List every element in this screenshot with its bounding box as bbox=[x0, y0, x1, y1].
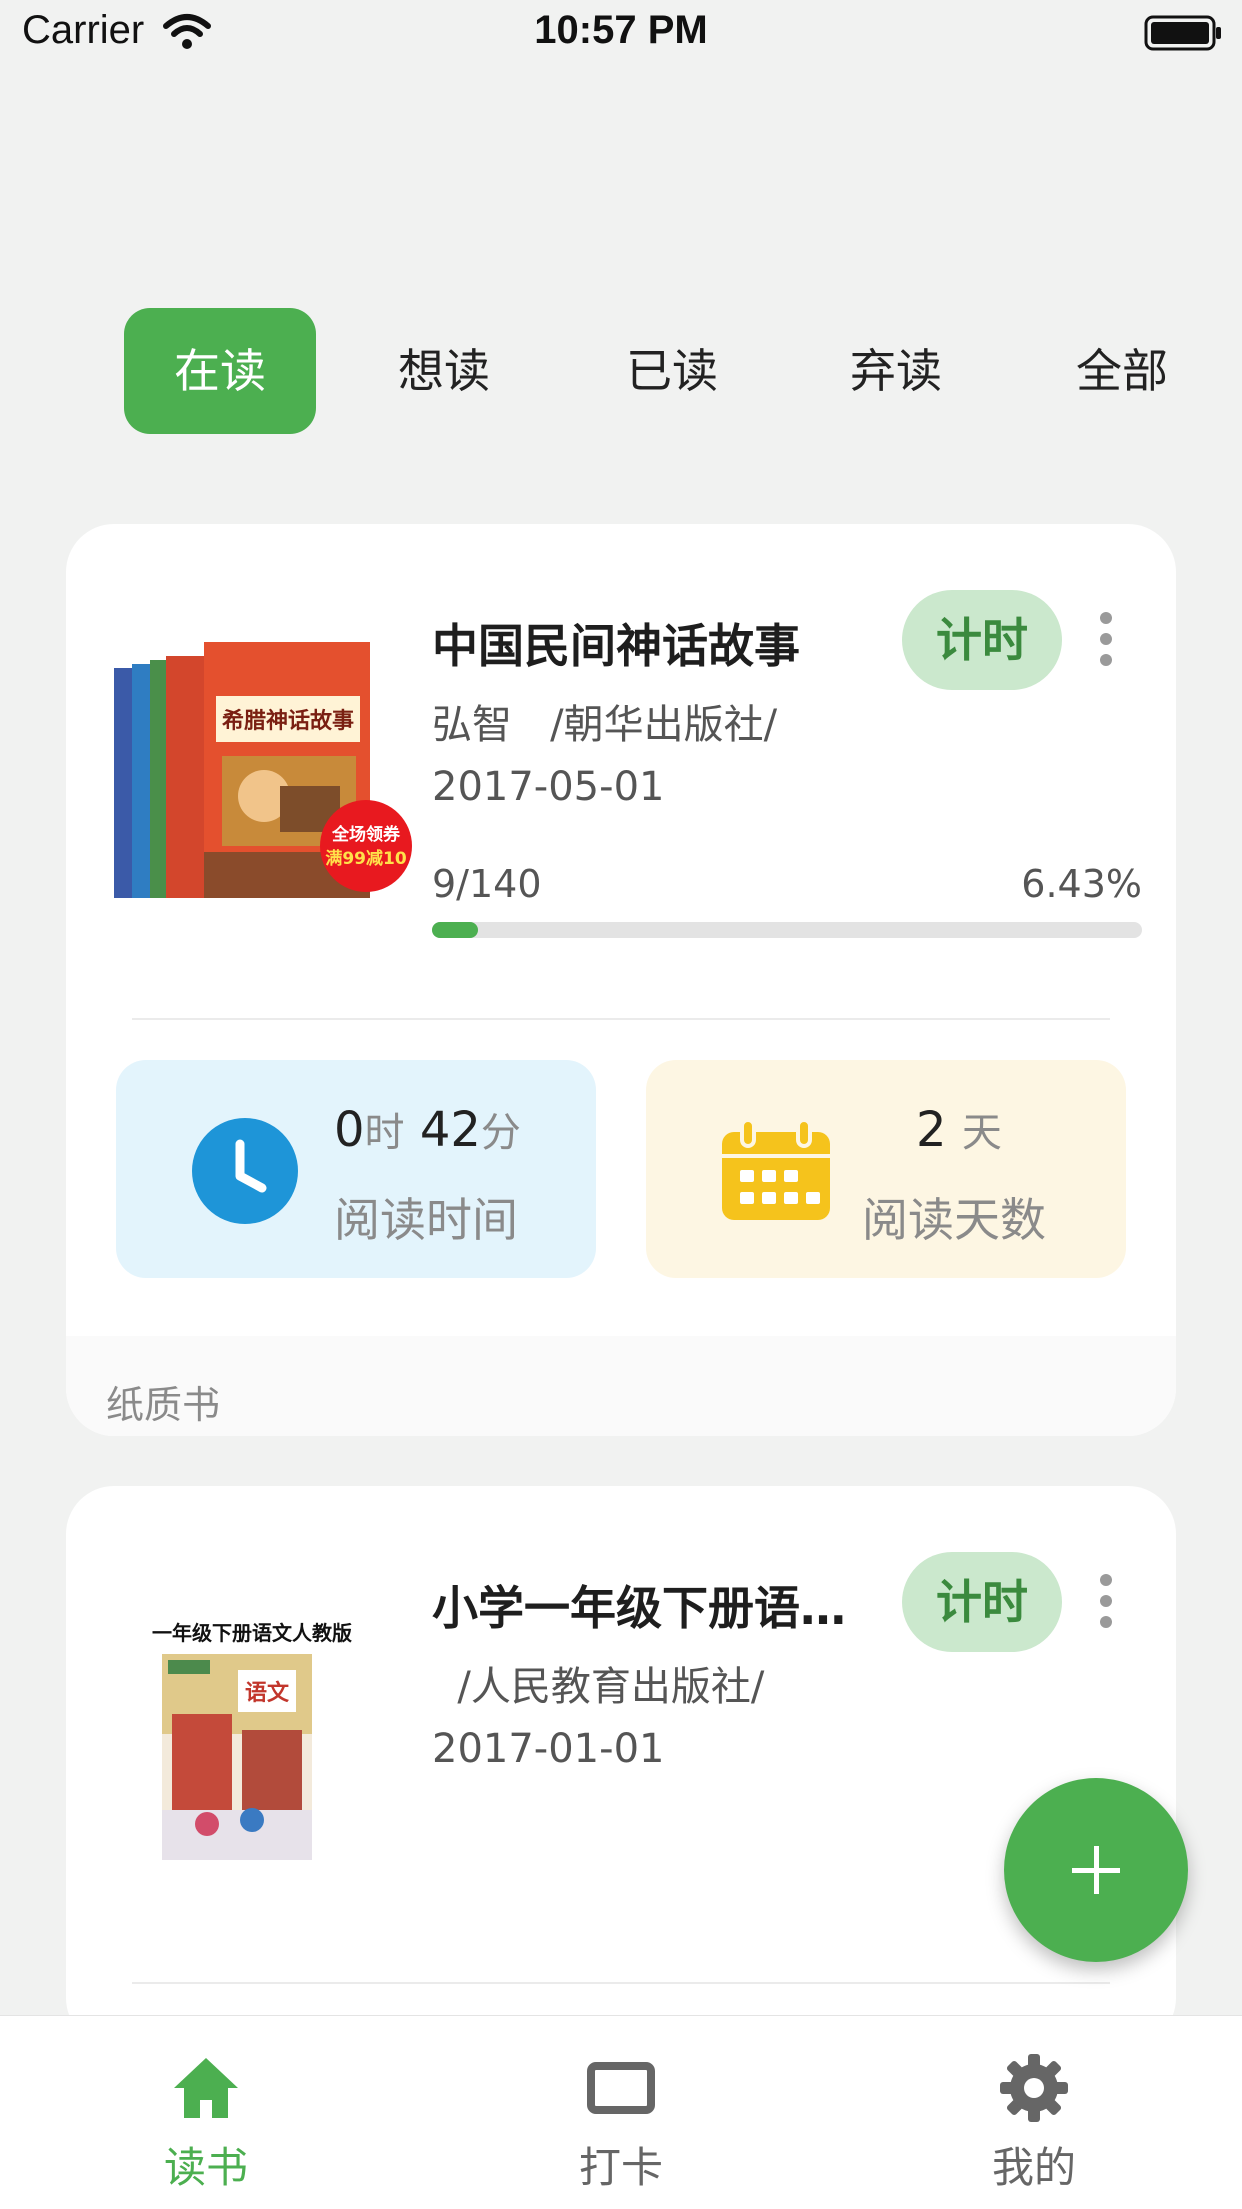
timer-button[interactable]: 计时 bbox=[902, 590, 1062, 690]
reading-days-number: 2 bbox=[916, 1102, 947, 1158]
hours-unit: 时 bbox=[364, 1110, 405, 1156]
book-type-label: 纸质书 bbox=[106, 1383, 221, 1427]
nav-item-checkin[interactable]: 打卡 bbox=[521, 2016, 721, 2209]
tab-want-to-read[interactable]: 想读 bbox=[354, 308, 534, 434]
cover-title: 语文 bbox=[245, 1680, 290, 1706]
reading-time-minutes: 42 bbox=[419, 1102, 481, 1158]
more-options-icon[interactable] bbox=[1086, 612, 1126, 672]
tab-reading[interactable]: 在读 bbox=[124, 308, 316, 434]
book-cover-image: 一年级下册语文人教版 语文 bbox=[152, 1621, 352, 1860]
shelf-tabs: 在读 想读 已读 弃读 全部 bbox=[0, 308, 1242, 434]
reading-time-value: 0时 42分 bbox=[334, 1100, 521, 1158]
status-bar: Carrier 10:57 PM bbox=[0, 0, 1242, 66]
progress-bar bbox=[432, 922, 1142, 938]
add-book-button[interactable] bbox=[1004, 1778, 1188, 1962]
calendar-icon bbox=[722, 1118, 830, 1220]
tab-abandoned[interactable]: 弃读 bbox=[806, 308, 986, 434]
more-options-icon[interactable] bbox=[1086, 1574, 1126, 1634]
book-card[interactable]: 希腊神话故事 全场领券 满99减10 中国民间神话故事 计时 弘智 /朝华出版社… bbox=[66, 524, 1176, 1436]
tab-finished[interactable]: 已读 bbox=[582, 308, 762, 434]
bottom-nav: 读书 打卡 我的 bbox=[0, 2015, 1242, 2209]
book-title: 中国民间神话故事 bbox=[432, 619, 800, 673]
book-cover-image: 希腊神话故事 全场领券 满99减10 bbox=[114, 642, 412, 898]
book-card[interactable]: 一年级下册语文人教版 语文 小学一年级下册语… 计时 /人民教育出版社/ 201… bbox=[66, 1486, 1176, 2046]
reading-time-hours: 0 bbox=[334, 1102, 365, 1158]
progress-bar-fill bbox=[432, 922, 478, 938]
nav-label: 读书 bbox=[163, 2143, 248, 2192]
nav-label: 打卡 bbox=[578, 2143, 663, 2192]
divider bbox=[132, 1018, 1110, 1020]
clock-icon bbox=[192, 1118, 298, 1224]
card-footer: 纸质书 bbox=[66, 1336, 1176, 1436]
cover-title: 希腊神话故事 bbox=[222, 708, 354, 734]
book-date: 2017-01-01 bbox=[432, 1726, 665, 1772]
battery-icon bbox=[1144, 15, 1221, 51]
book-title: 小学一年级下册语… bbox=[432, 1581, 846, 1635]
checkin-icon bbox=[587, 2062, 655, 2114]
reading-time-box: 0时 42分 阅读时间 bbox=[116, 1060, 596, 1278]
nav-label: 我的 bbox=[991, 2143, 1076, 2192]
cover-badge-line2: 满99减10 bbox=[325, 848, 406, 869]
tab-all[interactable]: 全部 bbox=[1032, 308, 1212, 434]
book-author-publisher: /人民教育出版社/ bbox=[432, 1664, 765, 1710]
reading-days-label: 阅读天数 bbox=[862, 1193, 1046, 1247]
timer-button[interactable]: 计时 bbox=[902, 1552, 1062, 1652]
home-icon bbox=[174, 2058, 238, 2118]
cover-header: 一年级下册语文人教版 bbox=[152, 1621, 352, 1645]
reading-days-value: 2 天 bbox=[916, 1100, 1002, 1158]
progress-percent: 6.43% bbox=[1021, 862, 1142, 906]
nav-item-profile[interactable]: 我的 bbox=[934, 2016, 1134, 2209]
reading-days-box: 2 天 阅读天数 bbox=[646, 1060, 1126, 1278]
minutes-unit: 分 bbox=[480, 1110, 521, 1156]
book-author-publisher: 弘智 /朝华出版社/ bbox=[432, 702, 778, 748]
clock-time: 10:57 PM bbox=[534, 8, 708, 52]
gear-icon bbox=[1000, 2054, 1068, 2122]
progress-pages: 9/140 bbox=[432, 862, 542, 906]
days-unit: 天 bbox=[961, 1110, 1002, 1156]
nav-item-reading[interactable]: 读书 bbox=[106, 2016, 306, 2209]
reading-time-label: 阅读时间 bbox=[334, 1193, 518, 1247]
cover-badge-line1: 全场领券 bbox=[331, 824, 401, 845]
divider bbox=[132, 1982, 1110, 1984]
book-date: 2017-05-01 bbox=[432, 764, 665, 810]
